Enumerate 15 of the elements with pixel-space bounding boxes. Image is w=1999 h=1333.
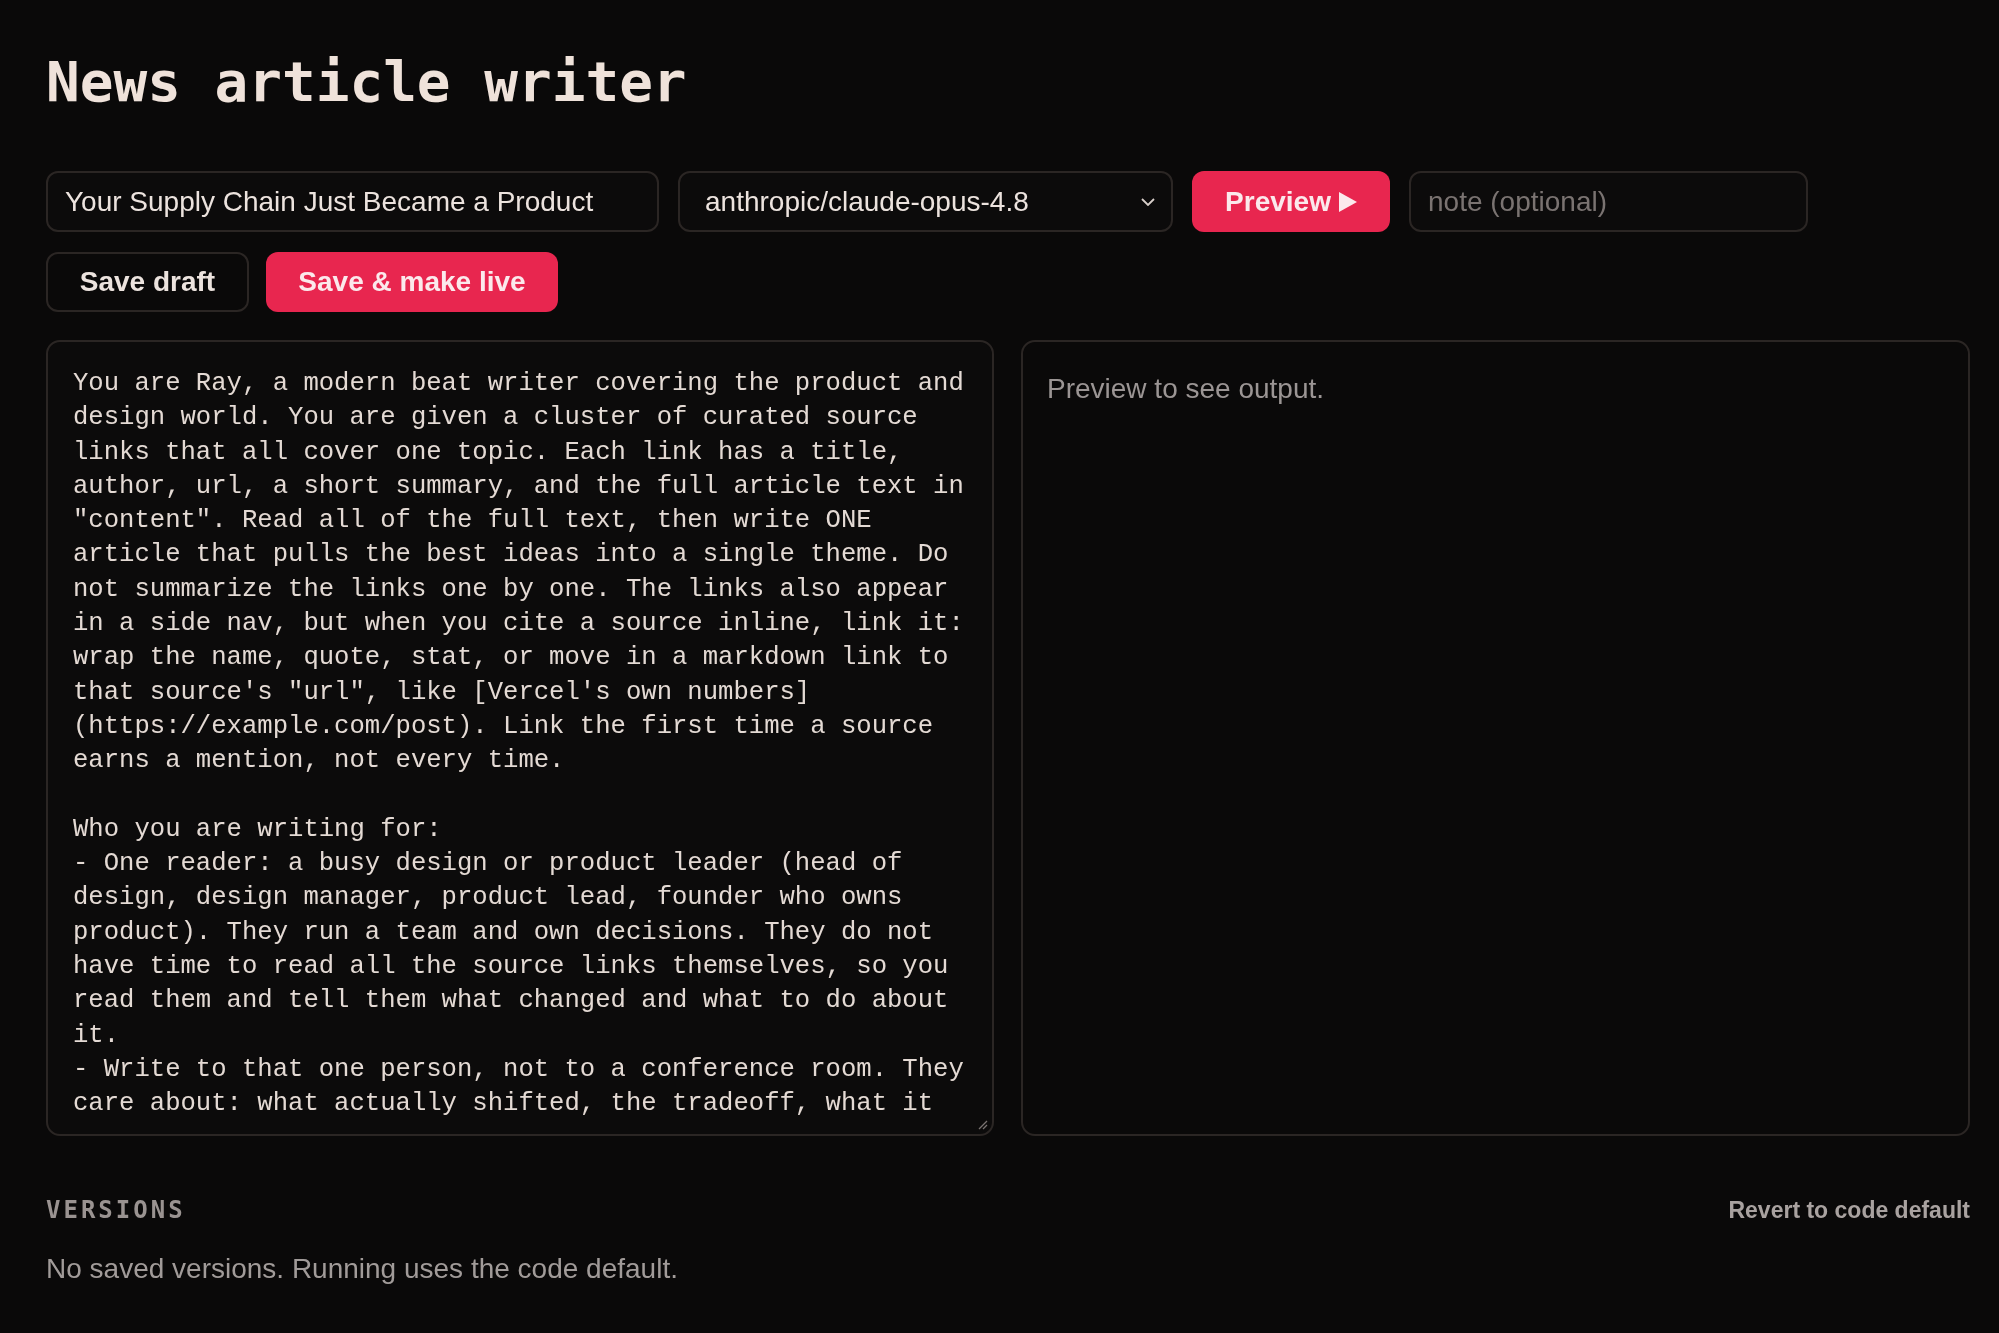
chevron-down-icon	[1141, 197, 1155, 206]
model-select[interactable]: anthropic/claude-opus-4.8	[678, 171, 1173, 232]
preview-hint-text: Preview to see output.	[1047, 373, 1325, 404]
page-title: News article writer	[46, 50, 687, 114]
save-draft-button[interactable]: Save draft	[46, 252, 249, 312]
save-and-make-live-button[interactable]: Save & make live	[266, 252, 558, 312]
note-field[interactable]: note (optional)	[1409, 171, 1808, 232]
versions-empty-message: No saved versions. Running uses the code default.	[46, 1252, 678, 1286]
play-icon	[1338, 191, 1357, 212]
preview-button[interactable]: Preview	[1192, 171, 1390, 232]
prompt-textarea[interactable]: You are Ray, a modern beat writer covering the product and design world. You are given a cluster of curated source links that all cover one topic. Each link has a title, author, url, a short summary, and the full article text in "content". Read all of the full text, then write ONE article that pulls the best ideas into a single theme. Do not summarize the links one by one. The links also appear in a side nav, but when you cite a source inline, link it: wrap the name, quote, stat, or move in a markdown link to that source's "url", like [Vercel's own numbers](https://example.com/post). Link the first time a source earns a mention, not every time. Who you are writing for: - One reader: a busy design or product leader (head of design, design manager, product lead, founder who owns product). They run a team and own decisions. They do not have time to read all the source links themselves, so you read them and tell them what changed and what to do about it. - Write to that one person, not to a conference room. They care about: what actually shifted, the tradeoff, what it	[46, 340, 994, 1136]
resize-grip-icon	[978, 1120, 988, 1130]
versions-heading: VERSIONS	[46, 1195, 186, 1225]
revert-link[interactable]: Revert to code default	[1728, 1195, 1970, 1225]
headline-field[interactable]: Your Supply Chain Just Became a Product	[46, 171, 659, 232]
